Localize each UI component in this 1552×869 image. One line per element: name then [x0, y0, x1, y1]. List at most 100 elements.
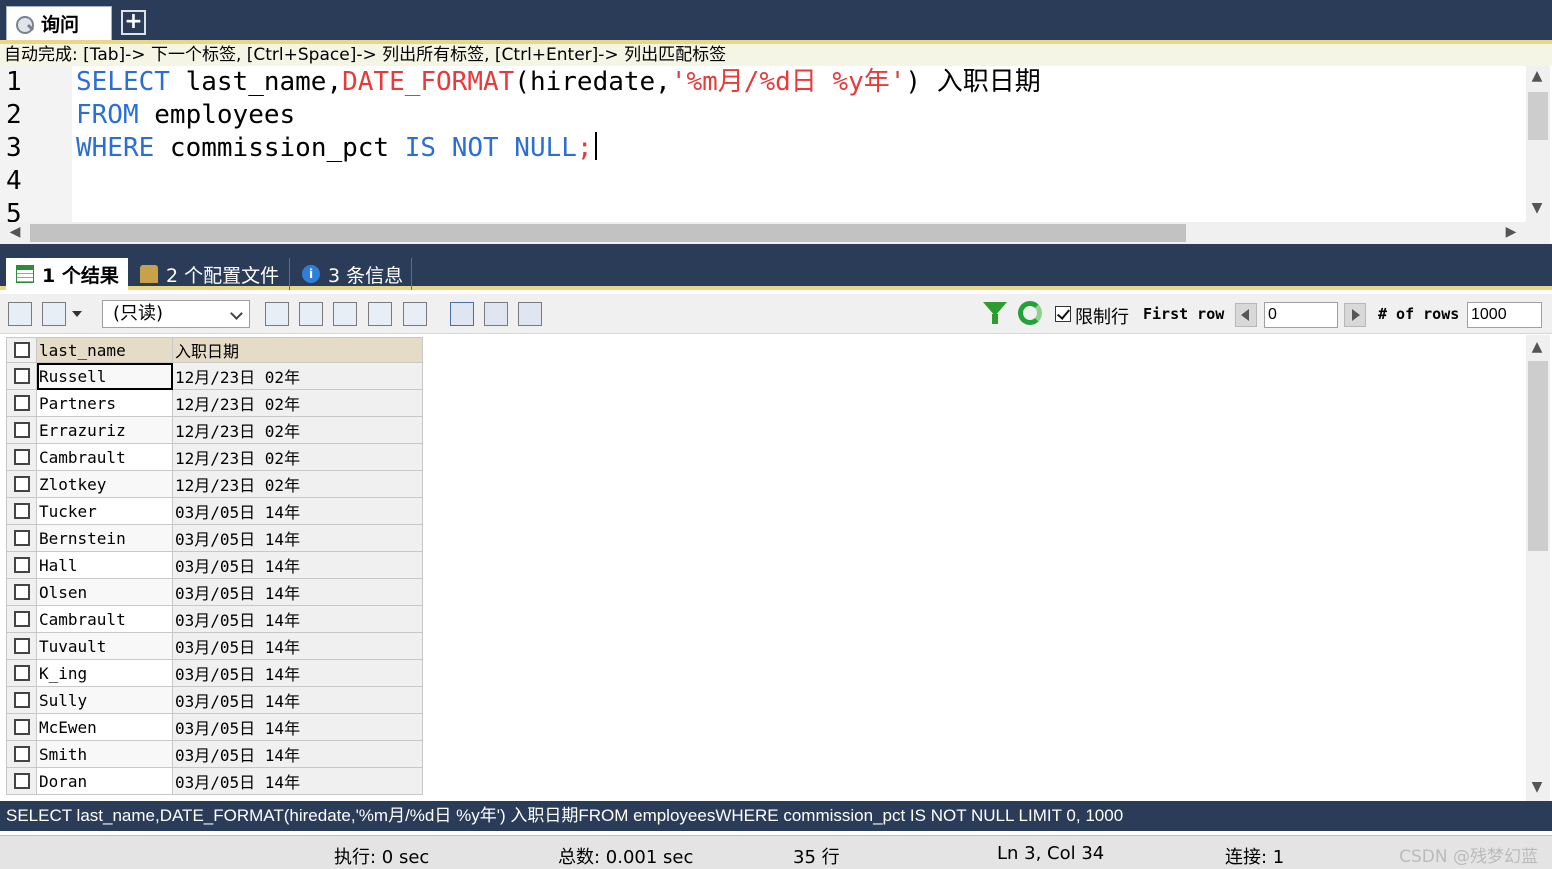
limit-rows-checkbox[interactable] — [1055, 306, 1071, 322]
scroll-thumb[interactable] — [30, 224, 1186, 242]
row-select-cell[interactable] — [6, 551, 37, 579]
cell-hire-date[interactable]: 03月/05日 14年 — [172, 524, 423, 552]
row-checkbox[interactable] — [13, 584, 30, 600]
row-select-cell[interactable] — [6, 389, 37, 417]
tab-profiles[interactable]: 2 个配置文件 — [130, 258, 290, 290]
scroll-thumb[interactable] — [1528, 361, 1548, 551]
cell-hire-date[interactable]: 03月/05日 14年 — [172, 740, 423, 768]
row-select-cell[interactable] — [6, 443, 37, 471]
cell-last-name[interactable]: Tucker — [36, 497, 173, 525]
row-select-cell[interactable] — [6, 470, 37, 498]
row-select-cell[interactable] — [6, 740, 37, 768]
select-all-cell[interactable] — [6, 337, 37, 363]
cell-last-name[interactable]: Errazuriz — [36, 416, 173, 444]
sql-editor[interactable]: 1 2 3 4 5 SELECT last_name,DATE_FORMAT(h… — [0, 66, 1526, 222]
table-row[interactable]: Doran 03月/05日 14年 — [6, 767, 423, 795]
cell-last-name[interactable]: Doran — [36, 767, 173, 795]
row-select-cell[interactable] — [6, 767, 37, 795]
cell-last-name[interactable]: Zlotkey — [36, 470, 173, 498]
cell-hire-date[interactable]: 12月/23日 02年 — [172, 362, 423, 390]
scroll-thumb[interactable] — [1528, 92, 1548, 140]
row-checkbox[interactable] — [13, 557, 30, 573]
scroll-down-icon[interactable]: ▼ — [1526, 200, 1548, 216]
row-checkbox[interactable] — [13, 395, 30, 411]
row-select-cell[interactable] — [6, 686, 37, 714]
row-checkbox[interactable] — [13, 638, 30, 654]
table-row[interactable]: Sully 03月/05日 14年 — [6, 686, 423, 714]
row-select-cell[interactable] — [6, 416, 37, 444]
cancel-changes-icon[interactable] — [403, 302, 427, 326]
save-icon[interactable] — [333, 302, 357, 326]
cell-last-name[interactable]: Cambrault — [36, 443, 173, 471]
row-checkbox[interactable] — [13, 611, 30, 627]
scroll-down-icon[interactable]: ▼ — [1526, 779, 1548, 795]
result-mode-select[interactable]: (只读) — [102, 300, 250, 328]
row-select-cell[interactable] — [6, 524, 37, 552]
export-icon[interactable] — [8, 302, 32, 326]
chevron-down-icon[interactable] — [72, 311, 82, 317]
cell-hire-date[interactable]: 03月/05日 14年 — [172, 713, 423, 741]
cell-hire-date[interactable]: 12月/23日 02年 — [172, 470, 423, 498]
row-checkbox[interactable] — [13, 530, 30, 546]
table-row[interactable]: Errazuriz 12月/23日 02年 — [6, 416, 423, 444]
cell-hire-date[interactable]: 03月/05日 14年 — [172, 659, 423, 687]
table-row[interactable]: Tucker 03月/05日 14年 — [6, 497, 423, 525]
cell-last-name[interactable]: Partners — [36, 389, 173, 417]
cell-hire-date[interactable]: 12月/23日 02年 — [172, 389, 423, 417]
import-icon[interactable] — [42, 302, 66, 326]
cell-last-name[interactable]: Sully — [36, 686, 173, 714]
filter-icon[interactable] — [983, 302, 1007, 324]
insert-row-icon[interactable] — [265, 302, 289, 326]
cell-last-name[interactable]: McEwen — [36, 713, 173, 741]
tab-results[interactable]: 1 个结果 — [6, 258, 128, 290]
table-row[interactable]: Russell 12月/23日 02年 — [6, 362, 423, 390]
row-select-cell[interactable] — [6, 605, 37, 633]
pane-splitter[interactable] — [0, 244, 1552, 256]
cell-last-name[interactable]: Tuvault — [36, 632, 173, 660]
table-row[interactable]: Bernstein 03月/05日 14年 — [6, 524, 423, 552]
cell-last-name[interactable]: K_ing — [36, 659, 173, 687]
cell-hire-date[interactable]: 03月/05日 14年 — [172, 686, 423, 714]
row-select-cell[interactable] — [6, 632, 37, 660]
column-header[interactable]: last_name — [36, 337, 173, 363]
code-line-1[interactable]: SELECT last_name,DATE_FORMAT(hiredate,'%… — [76, 66, 1041, 99]
table-row[interactable]: Partners 12月/23日 02年 — [6, 389, 423, 417]
scroll-left-icon[interactable]: ◀ — [4, 224, 26, 240]
row-checkbox[interactable] — [13, 422, 30, 438]
table-row[interactable]: K_ing 03月/05日 14年 — [6, 659, 423, 687]
code-line-2[interactable]: FROM employees — [76, 99, 295, 132]
cell-last-name[interactable]: Cambrault — [36, 605, 173, 633]
cell-hire-date[interactable]: 03月/05日 14年 — [172, 497, 423, 525]
editor-horizontal-scrollbar[interactable]: ◀ ▶ — [0, 222, 1526, 244]
tab-query[interactable]: 询问 — [6, 6, 112, 40]
row-select-cell[interactable] — [6, 659, 37, 687]
cell-hire-date[interactable]: 03月/05日 14年 — [172, 578, 423, 606]
column-header[interactable]: 入职日期 — [172, 337, 423, 363]
text-view-icon[interactable] — [518, 302, 542, 326]
add-tab-button[interactable]: + — [121, 10, 146, 35]
row-checkbox[interactable] — [13, 503, 30, 519]
table-row[interactable]: Tuvault 03月/05日 14年 — [6, 632, 423, 660]
form-view-icon[interactable] — [484, 302, 508, 326]
previous-page-button[interactable] — [1235, 303, 1257, 327]
table-row[interactable]: Olsen 03月/05日 14年 — [6, 578, 423, 606]
cell-hire-date[interactable]: 12月/23日 02年 — [172, 416, 423, 444]
cell-last-name[interactable]: Russell — [36, 362, 173, 390]
grid-view-icon[interactable] — [450, 302, 474, 326]
cell-hire-date[interactable]: 03月/05日 14年 — [172, 767, 423, 795]
row-checkbox[interactable] — [13, 746, 30, 762]
cell-hire-date[interactable]: 12月/23日 02年 — [172, 443, 423, 471]
table-row[interactable]: McEwen 03月/05日 14年 — [6, 713, 423, 741]
row-checkbox[interactable] — [13, 719, 30, 735]
delete-icon[interactable] — [368, 302, 392, 326]
row-checkbox[interactable] — [13, 773, 30, 789]
next-page-button[interactable] — [1344, 303, 1366, 327]
select-all-checkbox[interactable] — [13, 342, 30, 358]
cell-last-name[interactable]: Bernstein — [36, 524, 173, 552]
row-select-cell[interactable] — [6, 497, 37, 525]
row-checkbox[interactable] — [13, 665, 30, 681]
table-row[interactable]: Cambrault 03月/05日 14年 — [6, 605, 423, 633]
result-grid[interactable]: last_name 入职日期 Russell 12月/23日 02年 Partner… — [0, 335, 1526, 801]
first-row-input[interactable] — [1264, 302, 1338, 328]
row-select-cell[interactable] — [6, 713, 37, 741]
